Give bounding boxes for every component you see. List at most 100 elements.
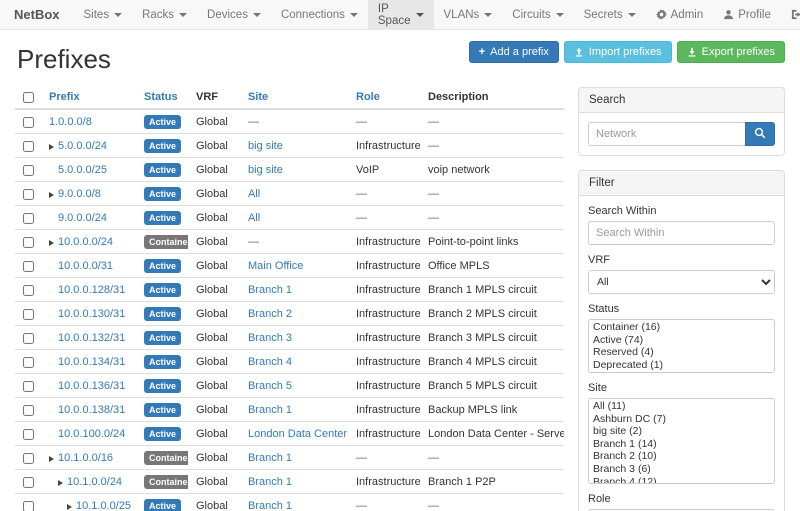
prefix-link[interactable]: 10.0.0.138/31 xyxy=(58,404,125,416)
select-all-checkbox[interactable] xyxy=(23,92,34,103)
site-link[interactable]: Branch 1 xyxy=(248,404,292,416)
role-cell: — xyxy=(348,446,420,470)
prefix-cell: 10.0.0.0/24 xyxy=(41,230,136,254)
filter-option[interactable]: Branch 1 (14) xyxy=(590,438,773,451)
nav-item-connections[interactable]: Connections xyxy=(271,0,368,29)
prefix-link[interactable]: 9.0.0.0/8 xyxy=(58,188,101,200)
nav-item-sites[interactable]: Sites xyxy=(74,0,133,29)
prefix-link[interactable]: 10.0.0.134/31 xyxy=(58,356,125,368)
filter-option[interactable]: Reserved (4) xyxy=(590,346,773,359)
site-link[interactable]: London Data Center xyxy=(248,428,347,440)
row-checkbox[interactable] xyxy=(23,117,34,128)
search-input[interactable] xyxy=(588,122,745,146)
row-checkbox[interactable] xyxy=(23,189,34,200)
column-header-prefix[interactable]: Prefix xyxy=(41,87,136,109)
row-select-cell xyxy=(15,109,41,134)
expand-arrow-icon xyxy=(49,456,54,462)
nav-item-secrets[interactable]: Secrets xyxy=(574,0,646,29)
row-checkbox[interactable] xyxy=(23,477,34,488)
row-select-cell xyxy=(15,398,41,422)
column-header-role[interactable]: Role xyxy=(348,87,420,109)
prefix-link[interactable]: 10.1.0.0/24 xyxy=(67,476,122,488)
site-link[interactable]: Branch 3 xyxy=(248,332,292,344)
prefix-link[interactable]: 10.1.0.0/16 xyxy=(58,452,113,464)
prefix-link[interactable]: 1.0.0.0/8 xyxy=(49,116,92,128)
prefix-link[interactable]: 9.0.0.0/24 xyxy=(58,212,107,224)
row-checkbox[interactable] xyxy=(23,405,34,416)
prefix-cell: 1.0.0.0/8 xyxy=(41,109,136,134)
prefix-link[interactable]: 10.0.0.128/31 xyxy=(58,284,125,296)
filter-option[interactable]: Container (16) xyxy=(590,321,773,334)
nav-item-circuits[interactable]: Circuits xyxy=(502,0,573,29)
nav-item-ip-space[interactable]: IP Space xyxy=(368,0,434,29)
search-within-input[interactable] xyxy=(588,221,775,245)
prefix-link[interactable]: 10.0.0.130/31 xyxy=(58,308,125,320)
column-header-status[interactable]: Status xyxy=(136,87,188,109)
site-link[interactable]: Branch 5 xyxy=(248,380,292,392)
row-checkbox[interactable] xyxy=(23,213,34,224)
row-select-cell xyxy=(15,302,41,326)
site-link[interactable]: Branch 1 xyxy=(248,284,292,296)
row-checkbox[interactable] xyxy=(23,165,34,176)
filter-option[interactable]: Active (74) xyxy=(590,334,773,347)
nav-item-admin[interactable]: Admin xyxy=(646,0,714,29)
site-link[interactable]: big site xyxy=(248,140,283,152)
nav-item-racks[interactable]: Racks xyxy=(132,0,197,29)
prefix-link[interactable]: 10.0.0.0/24 xyxy=(58,236,113,248)
row-checkbox[interactable] xyxy=(23,309,34,320)
nav-item-vlans[interactable]: VLANs xyxy=(434,0,503,29)
column-header-site[interactable]: Site xyxy=(240,87,348,109)
row-checkbox[interactable] xyxy=(23,429,34,440)
prefix-link[interactable]: 5.0.0.0/24 xyxy=(58,140,107,152)
prefix-link[interactable]: 5.0.0.0/25 xyxy=(58,164,107,176)
import-prefixes-button[interactable]: Import prefixes xyxy=(564,41,672,63)
app-brand[interactable]: NetBox xyxy=(0,0,74,29)
site-link[interactable]: Branch 1 xyxy=(248,500,292,511)
description-cell: Branch 5 MPLS circuit xyxy=(420,374,564,398)
add-prefix-button[interactable]: + Add a prefix xyxy=(469,41,559,63)
prefix-link[interactable]: 10.0.0.136/31 xyxy=(58,380,125,392)
status-badge: Active xyxy=(144,403,181,417)
site-link[interactable]: Branch 1 xyxy=(248,452,292,464)
site-cell: — xyxy=(240,230,348,254)
site-filter-list[interactable]: All (11)Ashburn DC (7)big site (2)Branch… xyxy=(588,398,775,484)
row-checkbox[interactable] xyxy=(23,381,34,392)
role-cell: Infrastructure xyxy=(348,134,420,158)
nav-item-logout[interactable]: Log out xyxy=(781,0,800,29)
filter-option[interactable]: big site (2) xyxy=(590,425,773,438)
site-link[interactable]: Branch 2 xyxy=(248,308,292,320)
site-link[interactable]: All xyxy=(248,188,260,200)
status-filter-list[interactable]: Container (16)Active (74)Reserved (4)Dep… xyxy=(588,319,775,373)
filter-option[interactable]: Branch 3 (6) xyxy=(590,463,773,476)
row-checkbox[interactable] xyxy=(23,237,34,248)
filter-option[interactable]: Deprecated (1) xyxy=(590,359,773,372)
filter-option[interactable]: Branch 2 (10) xyxy=(590,450,773,463)
export-prefixes-button[interactable]: Export prefixes xyxy=(677,41,785,63)
nav-item-devices[interactable]: Devices xyxy=(197,0,271,29)
nav-item-profile[interactable]: Profile xyxy=(713,0,781,29)
prefix-link[interactable]: 10.0.100.0/24 xyxy=(58,428,125,440)
row-checkbox[interactable] xyxy=(23,285,34,296)
site-link[interactable]: Branch 1 xyxy=(248,476,292,488)
filter-option[interactable]: Branch 4 (12) xyxy=(590,476,773,484)
site-link[interactable]: Main Office xyxy=(248,260,303,272)
row-checkbox[interactable] xyxy=(23,141,34,152)
search-button[interactable] xyxy=(745,122,775,146)
prefix-link[interactable]: 10.1.0.0/25 xyxy=(76,500,131,511)
filter-option[interactable]: All (11) xyxy=(590,400,773,413)
row-checkbox[interactable] xyxy=(23,357,34,368)
filter-option[interactable]: Ashburn DC (7) xyxy=(590,413,773,426)
row-checkbox[interactable] xyxy=(23,453,34,464)
prefix-link[interactable]: 10.0.0.132/31 xyxy=(58,332,125,344)
search-panel-title: Search xyxy=(579,88,784,113)
site-link[interactable]: big site xyxy=(248,164,283,176)
site-link[interactable]: Branch 4 xyxy=(248,356,292,368)
row-checkbox[interactable] xyxy=(23,333,34,344)
prefix-link[interactable]: 10.0.0.0/31 xyxy=(58,260,113,272)
row-checkbox[interactable] xyxy=(23,501,34,511)
vrf-filter-select[interactable]: All xyxy=(588,270,775,294)
prefix-cell: 10.0.0.138/31 xyxy=(41,398,136,422)
page-content: + Add a prefix Import prefixes Export pr… xyxy=(0,30,800,511)
site-link[interactable]: All xyxy=(248,212,260,224)
row-checkbox[interactable] xyxy=(23,261,34,272)
